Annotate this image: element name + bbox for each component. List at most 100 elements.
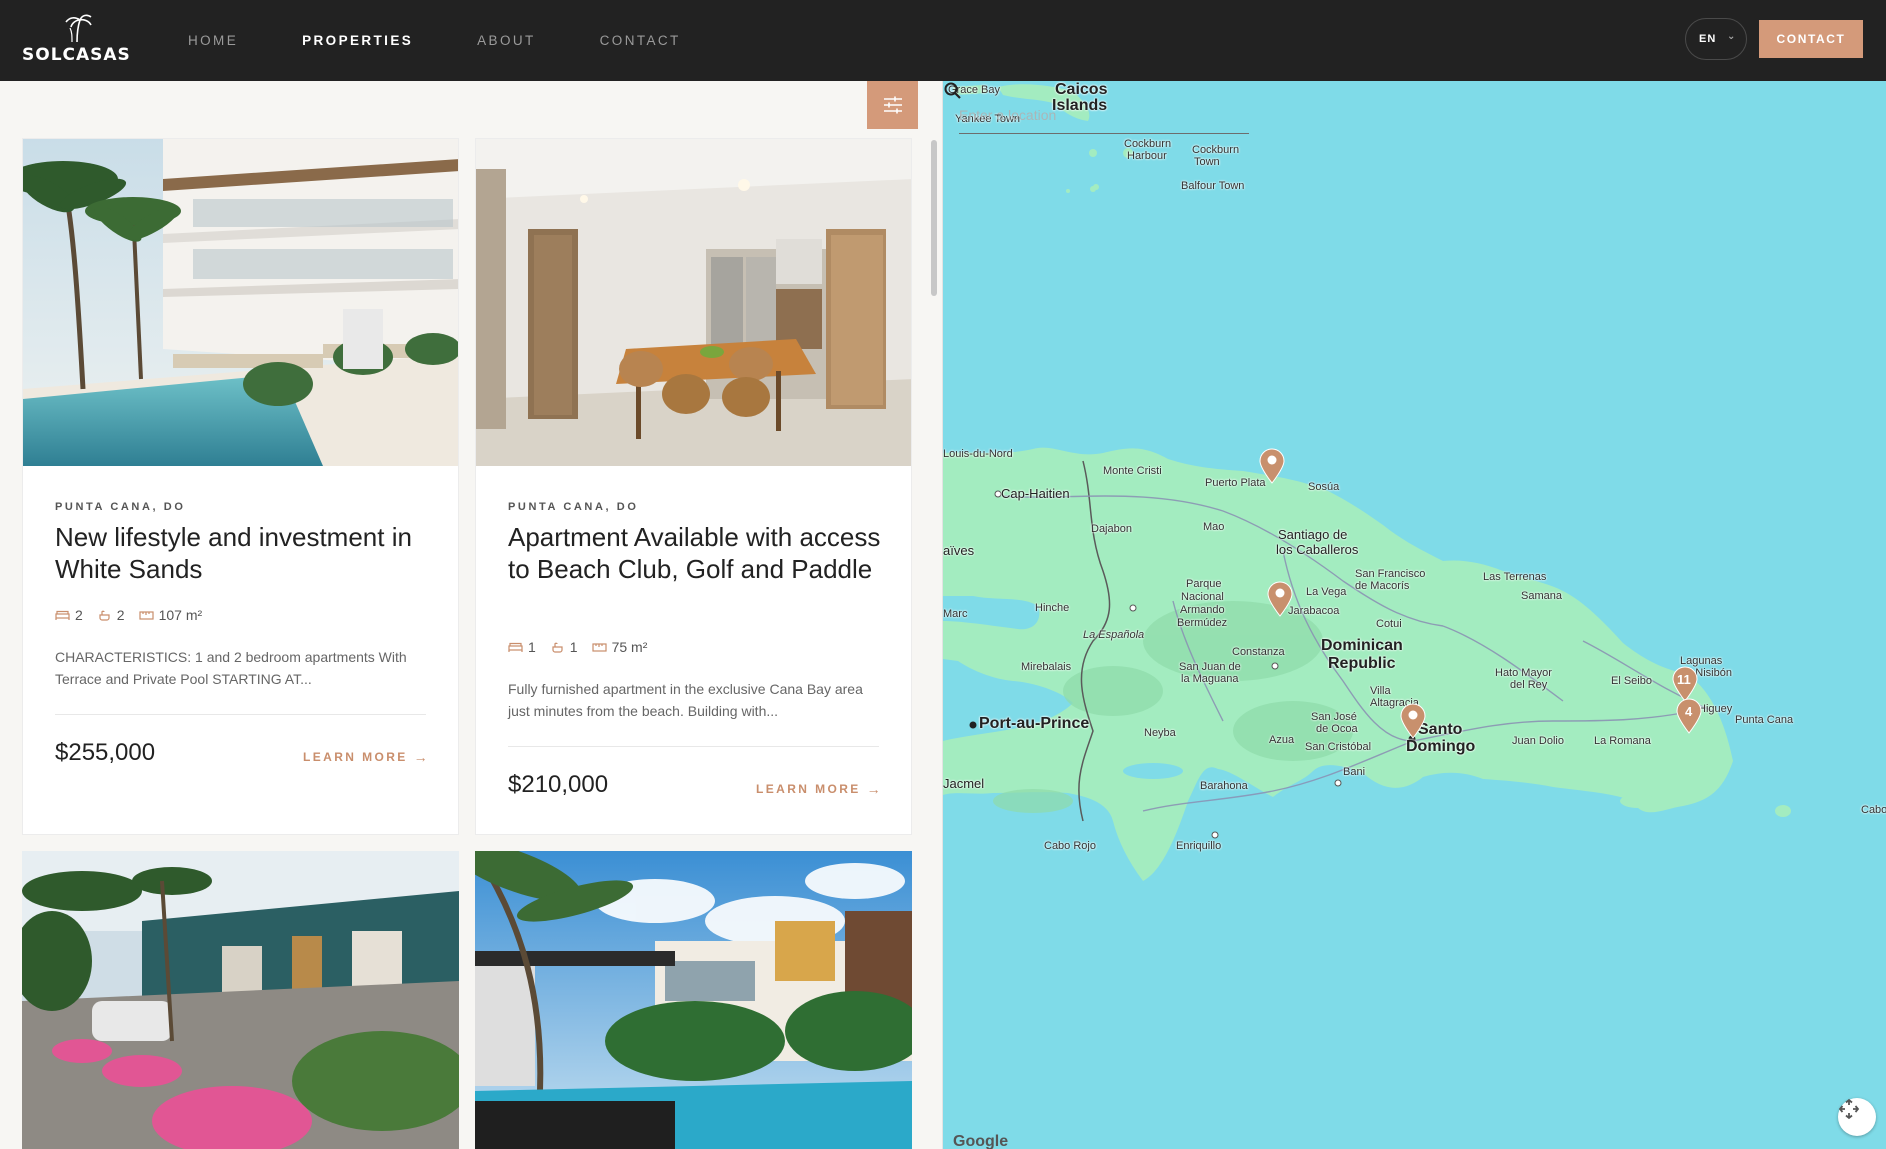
map-label: aïves [943,543,975,558]
palm-logo-icon [65,14,92,42]
map-label: Mao [1203,521,1225,533]
map-label: San Juan de [1179,661,1241,673]
map-label: Cap-Haitien [1001,486,1070,501]
map-pin-icon[interactable] [1400,703,1426,739]
map-label: Dominican [1321,637,1403,654]
map-label: Constanza [1232,646,1285,658]
area-icon [138,610,154,620]
map-label: La Vega [1306,586,1347,598]
map-label: Santiago de [1278,527,1348,542]
map-label: Azua [1269,734,1295,746]
learn-more-label: LEARN MORE [756,782,861,796]
map-label: La Española [1083,629,1145,641]
language-selector[interactable]: EN ⌄ [1685,18,1747,60]
map-label: de Ocoa [1316,723,1358,735]
logo[interactable]: SOLCASAS [22,14,134,65]
map-label: Cotui [1376,618,1402,630]
filter-button[interactable] [867,81,918,129]
site-header: SOLCASAS HOME PROPERTIES ABOUT CONTACT E… [0,0,1886,81]
map-fullscreen-button[interactable] [1838,1098,1876,1136]
map-label: Hato Mayor [1495,667,1552,679]
bedrooms-count: 1 [528,639,536,655]
map-label: del Rey [1510,679,1548,691]
map-label: Balfour Town [1181,180,1245,192]
card-divider [55,714,426,715]
map-label: Las Terrenas [1483,571,1547,583]
map-label: Domingo [1406,738,1476,755]
map-label: Jarabacoa [1288,605,1340,617]
map-label: Nacional [1181,591,1224,603]
google-attribution[interactable]: Google [953,1133,1008,1149]
map-canvas[interactable] [943,81,1886,1149]
map-search-input[interactable] [959,102,1219,128]
map-pin-icon[interactable] [1267,581,1293,617]
list-scrollbar-thumb[interactable] [931,140,937,296]
property-price: $210,000 [508,771,609,798]
property-features: 2 2 107 m² [55,607,216,623]
property-photo[interactable] [23,139,458,466]
property-card[interactable] [475,851,912,1149]
map-label: Marc [943,608,968,620]
map-label: Louis-du-Nord [943,448,1013,460]
property-title[interactable]: Apartment Available with access to Beach… [508,521,888,585]
property-price: $255,000 [55,739,156,766]
nav-about[interactable]: ABOUT [477,33,536,48]
nav-home[interactable]: HOME [188,33,238,48]
bathrooms-count: 2 [116,607,125,623]
map-panel[interactable]: Caicos Islands Grace Bay Yankee Town Coc… [943,81,1886,1149]
property-card[interactable]: PUNTA CANA, DO New lifestyle and investm… [22,138,459,835]
map-pin-icon[interactable] [1259,448,1285,484]
map-cluster-count: 4 [1685,704,1693,719]
map-label: Cockburn [1124,138,1172,150]
map-label: Puerto Plata [1205,477,1266,489]
map-label: El Seibo [1611,675,1652,687]
bed-icon [508,642,523,652]
map-cluster-count: 11 [1677,672,1691,687]
map-label: Port-au-Prince [979,715,1090,732]
arrow-right-icon: → [866,781,884,797]
learn-more-link[interactable]: LEARN MORE → [756,781,883,797]
map-label: Armando [1180,604,1225,616]
property-title[interactable]: New lifestyle and investment in White Sa… [55,521,435,585]
map-label: Barahona [1200,780,1248,792]
nav-contact[interactable]: CONTACT [600,33,681,48]
fullscreen-icon [1838,1098,1860,1120]
map-label: Harbour [1127,150,1167,162]
map-label: Higuey [1698,703,1733,715]
map-label: Parque [1186,578,1222,590]
property-card[interactable] [22,851,459,1149]
search-underline [959,133,1249,134]
header-contact-button[interactable]: CONTACT [1759,20,1863,58]
property-description: Fully furnished apartment in the exclusi… [508,681,863,719]
property-photo[interactable] [476,139,911,466]
map-label: San Francisco [1355,568,1426,580]
area-icon [591,642,607,652]
map-label: Republic [1328,655,1396,672]
property-photo[interactable] [22,851,459,1149]
search-icon[interactable] [943,81,963,101]
map-label: Town [1194,156,1220,168]
learn-more-label: LEARN MORE [303,750,408,764]
map-label: Punta Cana [1735,714,1794,726]
chevron-down-icon: ⌄ [1727,31,1737,42]
property-area: 75 m² [611,639,648,655]
map-label: San José [1311,711,1357,723]
map-label: Mirebalais [1021,661,1072,673]
map-label: Samana [1521,590,1562,602]
map-label: los Caballeros [1276,542,1359,557]
nav-properties[interactable]: PROPERTIES [302,33,413,48]
property-photo[interactable] [475,851,912,1149]
arrow-right-icon: → [413,749,431,765]
learn-more-link[interactable]: LEARN MORE → [303,749,430,765]
property-card[interactable]: PUNTA CANA, DO Apartment Available with … [475,138,912,835]
main-nav: HOME PROPERTIES ABOUT CONTACT [188,0,745,81]
map-label: Monte Cristi [1103,465,1162,477]
property-location: PUNTA CANA, DO [508,501,639,513]
map-label: Bermúdez [1177,617,1228,629]
map-label: Villa [1370,685,1391,697]
bedrooms-count: 2 [75,607,83,623]
property-area: 107 m² [158,607,203,623]
map-label: Enriquillo [1176,840,1222,852]
map-label: Hinche [1035,602,1070,614]
map-label: Cabo [1861,804,1886,816]
